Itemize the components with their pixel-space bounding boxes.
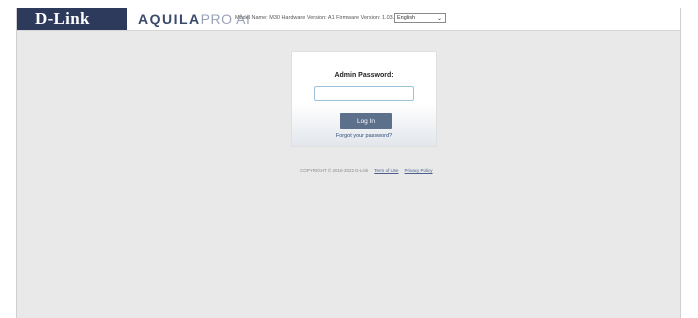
top-header: D-Link AQUILA PRO AI Model Name: M30 Har… — [17, 8, 680, 31]
login-button[interactable]: Log In — [340, 113, 392, 129]
device-info: Model Name: M30 Hardware Version: A1 Fir… — [235, 15, 400, 21]
forgot-password-link[interactable]: Forgot your password? — [292, 133, 436, 139]
login-panel: Admin Password: Log In Forgot your passw… — [291, 51, 437, 147]
dlink-logo: D-Link — [17, 8, 127, 30]
language-select[interactable]: English ⌄ — [394, 13, 446, 23]
privacy-policy-link[interactable]: Privacy Policy — [405, 168, 433, 173]
admin-password-label: Admin Password: — [334, 72, 394, 79]
product-name-bold: AQUILA — [138, 11, 201, 27]
footer: COPYRIGHT © 2016-2022 D-Link Term of Use… — [300, 168, 433, 173]
page-frame: D-Link AQUILA PRO AI Model Name: M30 Har… — [16, 8, 681, 318]
brand-text: D-Link — [35, 9, 90, 28]
terms-of-use-link[interactable]: Term of Use — [374, 168, 398, 173]
aquila-pro-ai-logo: AQUILA PRO AI — [138, 11, 250, 27]
admin-password-input[interactable] — [314, 86, 414, 101]
language-value: English — [397, 15, 416, 21]
chevron-down-icon: ⌄ — [436, 16, 442, 22]
copyright-text: COPYRIGHT © 2016-2022 D-Link — [300, 168, 369, 173]
device-info-text: Model Name: M30 Hardware Version: A1 Fir… — [235, 15, 401, 21]
